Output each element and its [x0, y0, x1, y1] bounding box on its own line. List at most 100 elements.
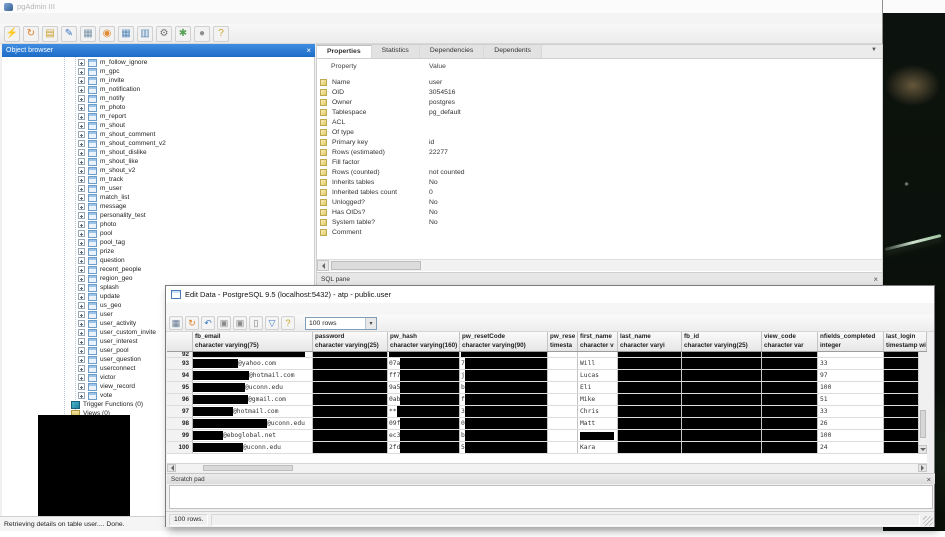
tab-dependencies[interactable]: Dependencies — [419, 45, 485, 58]
tree-item[interactable]: match_list — [2, 193, 314, 202]
expand-icon[interactable] — [78, 104, 85, 111]
expand-icon[interactable] — [78, 230, 85, 237]
first_name[interactable]: first_name character v — [578, 332, 618, 351]
tab-dependents[interactable]: Dependents — [484, 45, 542, 58]
tree-item[interactable]: m_shout_v2 — [2, 166, 314, 175]
expand-icon[interactable] — [78, 212, 85, 219]
expand-icon[interactable] — [78, 284, 85, 291]
property-row[interactable]: ACL — [317, 117, 882, 127]
property-row[interactable]: Rows (estimated) 22277 — [317, 147, 882, 157]
expand-icon[interactable] — [78, 131, 85, 138]
maintenance-icon[interactable]: ⚙ — [156, 25, 172, 42]
table-row[interactable]: 96 @gmail.com 0ab f Mike 51 — [167, 394, 927, 406]
expand-icon[interactable] — [78, 122, 85, 129]
tab-statistics[interactable]: Statistics — [371, 45, 420, 58]
expand-icon[interactable] — [78, 59, 85, 66]
fb_email[interactable]: fb_email character varying(75) — [193, 332, 313, 351]
grid-hscrollbar[interactable] — [167, 463, 927, 472]
properties-hscrollbar[interactable] — [317, 259, 882, 271]
property-row[interactable]: Inherits tables No — [317, 177, 882, 187]
table-row[interactable]: 95 @uconn.edu 9a5 b Eli 100 — [167, 382, 927, 394]
drop-object-icon[interactable]: ▦ — [80, 25, 96, 42]
undo-icon[interactable]: ↶ — [201, 316, 215, 330]
fb_id[interactable]: fb_id character varying(25) — [682, 332, 762, 351]
expand-icon[interactable] — [78, 365, 85, 372]
table-row[interactable]: 98 @uconn.edu 09f 0 Matt 26 — [167, 418, 927, 430]
scratch-pad-header[interactable]: Scratch pad × — [167, 473, 935, 484]
expand-icon[interactable] — [78, 338, 85, 345]
table-row[interactable]: 94 @hotmail.com ff7 j Lucas 97 — [167, 370, 927, 382]
refresh-icon[interactable]: ↻ — [185, 316, 199, 330]
tree-item[interactable]: personality_test — [2, 211, 314, 220]
last_name[interactable]: last_name character varyi — [618, 332, 682, 351]
expand-icon[interactable] — [78, 113, 85, 120]
edit-data-titlebar[interactable]: Edit Data - PostgreSQL 9.5 (localhost:54… — [166, 286, 934, 303]
property-row[interactable]: Unlogged? No — [317, 197, 882, 207]
tree-item[interactable]: m_shout_like — [2, 157, 314, 166]
help-icon[interactable]: ? — [213, 25, 229, 42]
resize-grip[interactable] — [923, 516, 933, 526]
edit-object-icon[interactable]: ✎ — [61, 25, 77, 42]
expand-icon[interactable] — [78, 329, 85, 336]
expand-icon[interactable] — [78, 203, 85, 210]
expand-icon[interactable] — [78, 167, 85, 174]
expand-icon[interactable] — [78, 275, 85, 282]
scroll-right-icon[interactable] — [918, 464, 927, 472]
expand-icon[interactable] — [78, 86, 85, 93]
scroll-left-icon[interactable] — [317, 260, 329, 271]
delete-icon[interactable]: ▯ — [249, 316, 263, 330]
tree-item[interactable]: prize — [2, 247, 314, 256]
scroll-down-icon[interactable] — [918, 445, 927, 454]
expand-icon[interactable] — [78, 374, 85, 381]
property-row[interactable]: Fill factor — [317, 157, 882, 167]
expand-icon[interactable] — [78, 149, 85, 156]
expand-icon[interactable] — [78, 68, 85, 75]
tree-item[interactable]: m_report — [2, 112, 314, 121]
schemas-icon[interactable]: ▤ — [42, 25, 58, 42]
tree-item[interactable]: message — [2, 202, 314, 211]
property-row[interactable]: Tablespace pg_default — [317, 107, 882, 117]
expand-icon[interactable] — [78, 194, 85, 201]
scratch-pad-input[interactable] — [169, 485, 933, 509]
tree-item[interactable]: m_user — [2, 184, 314, 193]
tree-item[interactable]: question — [2, 256, 314, 265]
rows-limit-select[interactable]: 100 rows ▾ — [305, 316, 377, 330]
expand-icon[interactable] — [78, 221, 85, 228]
tree-item[interactable]: m_shout_comment_v2 — [2, 139, 314, 148]
help-icon[interactable]: ? — [281, 316, 295, 330]
last_login[interactable]: last_login timestamp with — [884, 332, 927, 351]
expand-icon[interactable] — [78, 320, 85, 327]
scrollbar-thumb[interactable] — [920, 410, 926, 438]
table-row[interactable]: 93 @yahoo.com 07a 7 Will 33 — [167, 358, 927, 370]
tree-item[interactable]: m_notification — [2, 85, 314, 94]
expand-icon[interactable] — [78, 302, 85, 309]
property-row[interactable]: Of type — [317, 127, 882, 137]
query-tool-icon[interactable]: ▦ — [118, 25, 134, 42]
expand-icon[interactable] — [78, 311, 85, 318]
tree-item[interactable]: pool — [2, 229, 314, 238]
expand-icon[interactable] — [78, 257, 85, 264]
grid-vscrollbar[interactable] — [918, 352, 927, 454]
property-row[interactable]: System table? No — [317, 217, 882, 227]
view_code[interactable]: view_code character var — [762, 332, 818, 351]
refresh-icon[interactable]: ↻ — [23, 25, 39, 42]
tree-item[interactable]: m_shout — [2, 121, 314, 130]
tree-item[interactable]: m_shout_comment — [2, 130, 314, 139]
scroll-left-icon[interactable] — [167, 464, 176, 472]
connect-icon[interactable]: ⚡ — [4, 25, 20, 42]
tree-item[interactable]: photo — [2, 220, 314, 229]
expand-icon[interactable] — [78, 95, 85, 102]
property-row[interactable]: Primary key id — [317, 137, 882, 147]
tree-item[interactable]: m_gpc — [2, 67, 314, 76]
property-row[interactable]: Inherited tables count 0 — [317, 187, 882, 197]
expand-icon[interactable] — [78, 356, 85, 363]
pw_hash[interactable]: pw_hash character varying(160) — [388, 332, 460, 351]
tree-item[interactable]: m_track — [2, 175, 314, 184]
tree-item[interactable]: m_notify — [2, 94, 314, 103]
settings-icon[interactable]: ✱ — [175, 25, 191, 42]
chevron-down-icon[interactable]: ▼ — [866, 45, 882, 58]
tree-item[interactable]: recent_people — [2, 265, 314, 274]
nfields_completed[interactable]: nfields_completed integer — [818, 332, 884, 351]
expand-icon[interactable] — [78, 392, 85, 399]
paste-icon[interactable]: ▣ — [233, 316, 247, 330]
